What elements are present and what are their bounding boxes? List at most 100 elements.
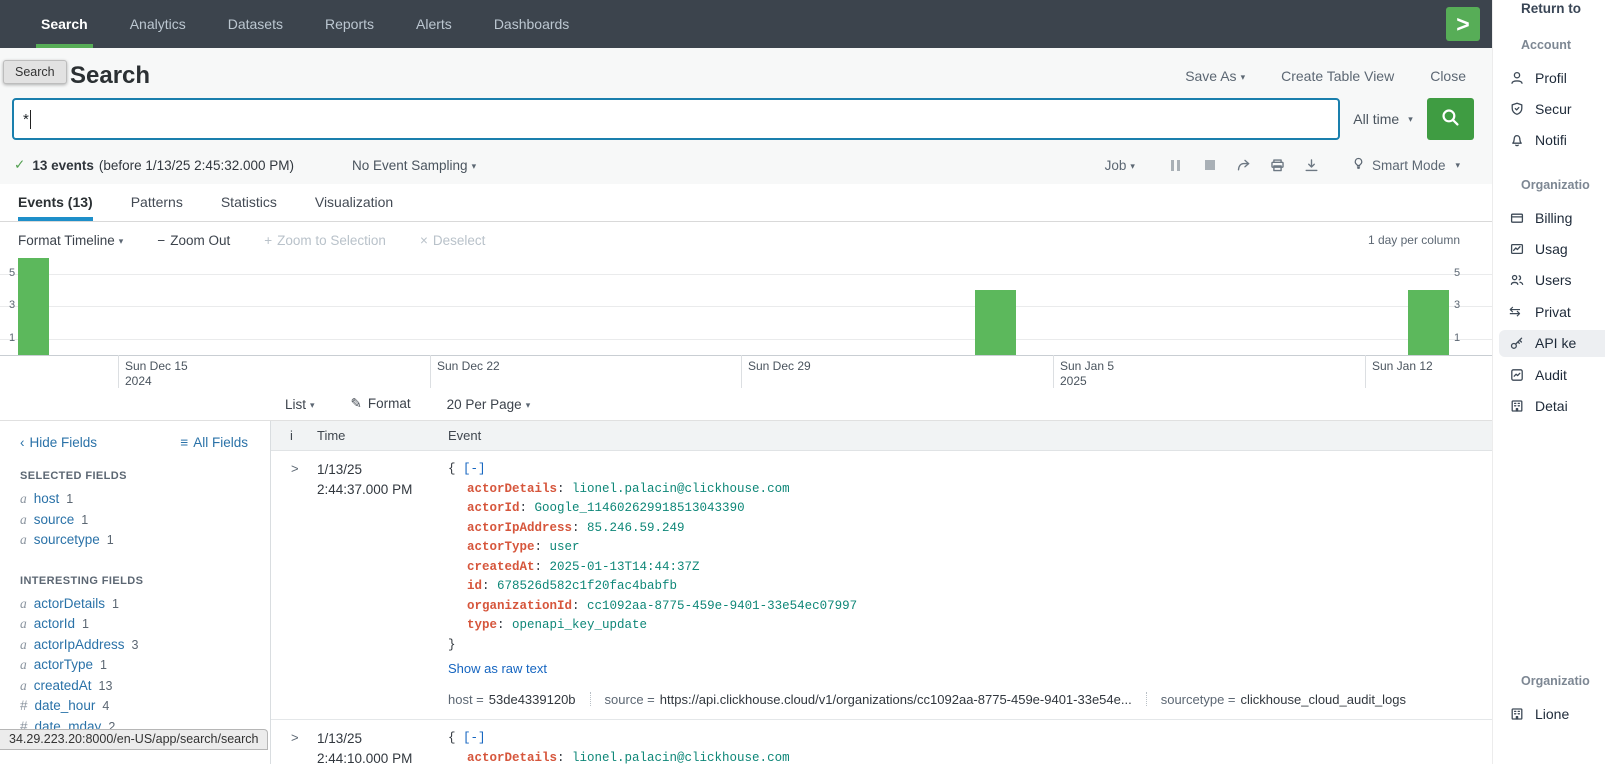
event-clock: 2:44:10.000 PM xyxy=(317,749,448,764)
sidebar-item-secur[interactable]: Secur xyxy=(1499,95,1605,122)
meta-value-host[interactable]: 53de4339120b xyxy=(489,690,576,710)
json-key-actordetails[interactable]: actorDetails xyxy=(467,482,557,496)
time-range-picker[interactable]: All time▾ xyxy=(1340,98,1426,140)
json-field-line: id: 678526d582c1f20fac4babfb xyxy=(448,577,1492,597)
json-key-id[interactable]: id xyxy=(467,579,482,593)
search-submit-button[interactable] xyxy=(1427,98,1474,140)
zoom-out-button[interactable]: −Zoom Out xyxy=(157,233,230,248)
json-key-actortype[interactable]: actorType xyxy=(467,540,535,554)
json-value[interactable]: Google_114602629918513043390 xyxy=(535,501,745,515)
collapse-json-toggle[interactable]: [-] xyxy=(463,731,486,745)
column-event: Event xyxy=(448,428,481,443)
json-key-createdat[interactable]: createdAt xyxy=(467,560,535,574)
expand-row-chevron[interactable]: > xyxy=(271,460,317,709)
tab-visualization[interactable]: Visualization xyxy=(315,184,393,221)
return-to-link[interactable]: Return to xyxy=(1521,1,1581,16)
pause-icon[interactable] xyxy=(1164,155,1188,175)
sidebar-item-privat[interactable]: ⇆Privat xyxy=(1499,298,1605,325)
json-value[interactable]: 678526d582c1f20fac4babfb xyxy=(497,579,677,593)
org-details-icon xyxy=(1509,398,1525,414)
field-item-sourcetype[interactable]: asourcetype1 xyxy=(20,530,248,551)
sidebar-item-profil[interactable]: Profil xyxy=(1499,64,1605,91)
json-value[interactable]: lionel.palacin@clickhouse.com xyxy=(572,751,790,764)
nav-item-reports[interactable]: Reports xyxy=(304,0,395,48)
field-name: actorDetails xyxy=(34,596,105,611)
json-value[interactable]: 85.246.59.249 xyxy=(587,521,685,535)
sidebar-item-audit[interactable]: Audit xyxy=(1499,361,1605,388)
tab-events-13[interactable]: Events (13) xyxy=(18,184,93,221)
smart-mode-dropdown[interactable]: Smart Mode▾ xyxy=(1351,156,1460,174)
text-cursor xyxy=(30,110,32,129)
create-table-view-button[interactable]: Create Table View xyxy=(1281,68,1394,84)
sidebar-item-lione[interactable]: Lione xyxy=(1499,700,1605,727)
x-axis-tick xyxy=(1053,355,1054,388)
json-key-actoripaddress[interactable]: actorIpAddress xyxy=(467,521,572,535)
job-menu[interactable]: Job▾ xyxy=(1105,158,1135,173)
json-key-actordetails[interactable]: actorDetails xyxy=(467,751,557,764)
timeline-bar[interactable] xyxy=(18,258,49,355)
deselect-button[interactable]: ×Deselect xyxy=(420,233,485,248)
sidebar-item-notifi[interactable]: Notifi xyxy=(1499,127,1605,154)
nav-item-datasets[interactable]: Datasets xyxy=(207,0,304,48)
save-as-button[interactable]: Save As▾ xyxy=(1185,68,1245,84)
per-page-dropdown[interactable]: 20 Per Page▾ xyxy=(447,397,531,412)
nav-item-analytics[interactable]: Analytics xyxy=(109,0,207,48)
list-view-dropdown[interactable]: List▾ xyxy=(285,397,315,412)
json-key-type[interactable]: type xyxy=(467,618,497,632)
field-item-actorid[interactable]: aactorId1 xyxy=(20,614,248,635)
meta-value-sourcetype[interactable]: clickhouse_cloud_audit_logs xyxy=(1241,690,1407,710)
splunk-logo-icon[interactable]: > xyxy=(1446,7,1480,41)
nav-item-alerts[interactable]: Alerts xyxy=(395,0,473,48)
tab-statistics[interactable]: Statistics xyxy=(221,184,277,221)
close-button[interactable]: Close xyxy=(1430,68,1466,84)
share-icon[interactable] xyxy=(1232,155,1256,175)
expand-row-chevron[interactable]: > xyxy=(271,729,317,764)
event-row: >1/13/252:44:37.000 PM{ [-]actorDetails:… xyxy=(271,451,1492,720)
json-field-line: organizationId: cc1092aa-8775-459e-9401-… xyxy=(448,597,1492,617)
json-value[interactable]: openapi_key_update xyxy=(512,618,647,632)
field-item-actordetails[interactable]: aactorDetails1 xyxy=(20,594,248,615)
field-count: 1 xyxy=(112,597,119,611)
format-timeline-dropdown[interactable]: Format Timeline▾ xyxy=(18,233,123,248)
sidebar-item-billing[interactable]: Billing xyxy=(1499,204,1605,231)
format-results-button[interactable]: ✎Format xyxy=(351,396,411,412)
nav-item-dashboards[interactable]: Dashboards xyxy=(473,0,591,48)
field-item-date-hour[interactable]: #date_hour4 xyxy=(20,696,248,717)
hide-fields-link[interactable]: ‹Hide Fields xyxy=(20,435,97,450)
json-key-actorid[interactable]: actorId xyxy=(467,501,520,515)
event-sampling-dropdown[interactable]: No Event Sampling▾ xyxy=(352,158,476,173)
interesting-fields-list: aactorDetails1aactorId1aactorIpAddress3a… xyxy=(20,594,248,738)
field-item-actoripaddress[interactable]: aactorIpAddress3 xyxy=(20,635,248,656)
caret-down-icon: ▾ xyxy=(1241,72,1246,82)
field-count: 1 xyxy=(100,658,107,672)
timeline-bar[interactable] xyxy=(1408,290,1449,355)
print-icon[interactable] xyxy=(1266,155,1290,175)
json-value[interactable]: user xyxy=(550,540,580,554)
zoom-to-selection-button[interactable]: +Zoom to Selection xyxy=(264,233,386,248)
meta-separator xyxy=(1146,692,1147,706)
json-key-organizationid[interactable]: organizationId xyxy=(467,599,572,613)
collapse-json-toggle[interactable]: [-] xyxy=(463,462,486,476)
string-field-icon: a xyxy=(20,512,27,527)
json-value[interactable]: 2025-01-13T14:44:37Z xyxy=(550,560,700,574)
field-item-source[interactable]: asource1 xyxy=(20,510,248,531)
tab-patterns[interactable]: Patterns xyxy=(131,184,183,221)
stop-icon[interactable] xyxy=(1198,155,1222,175)
meta-value-source[interactable]: https://api.clickhouse.cloud/v1/organiza… xyxy=(660,690,1132,710)
sidebar-item-api-ke[interactable]: API ke xyxy=(1499,330,1605,357)
timeline-bar[interactable] xyxy=(975,290,1016,355)
json-value[interactable]: lionel.palacin@clickhouse.com xyxy=(572,482,790,496)
export-icon[interactable] xyxy=(1300,155,1324,175)
sidebar-item-detai[interactable]: Detai xyxy=(1499,392,1605,419)
results-content: ‹Hide Fields ≡All Fields SELECTED FIELDS… xyxy=(0,421,1492,764)
field-item-createdat[interactable]: acreatedAt13 xyxy=(20,676,248,697)
field-item-host[interactable]: ahost1 xyxy=(20,489,248,510)
sidebar-item-usag[interactable]: Usag xyxy=(1499,235,1605,262)
nav-item-search[interactable]: Search xyxy=(20,0,109,48)
search-input[interactable]: * xyxy=(12,98,1340,140)
show-raw-text-link[interactable]: Show as raw text xyxy=(448,659,1492,679)
json-value[interactable]: cc1092aa-8775-459e-9401-33e54ec07997 xyxy=(587,599,857,613)
all-fields-link[interactable]: ≡All Fields xyxy=(180,435,248,450)
field-item-actortype[interactable]: aactorType1 xyxy=(20,655,248,676)
sidebar-item-users[interactable]: Users xyxy=(1499,267,1605,294)
